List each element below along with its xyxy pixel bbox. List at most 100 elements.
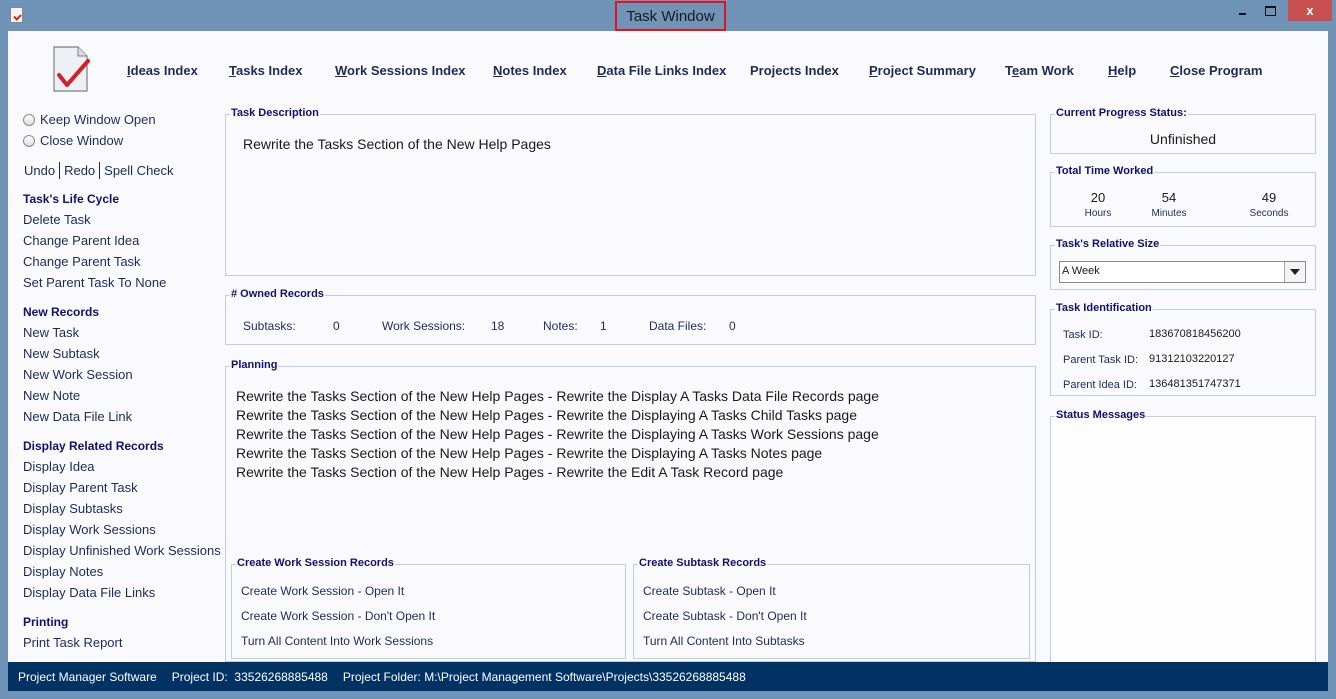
seconds-label: Seconds [1249,208,1289,219]
relative-size-select[interactable]: A Week [1059,261,1306,283]
sidebar-item-new-task[interactable]: New Task [23,322,223,343]
owned-records-panel: # Owned Records Subtasks: 0 Work Session… [225,288,1036,345]
nav-notes-index[interactable]: Notes Index [493,63,567,78]
nav-projects-index[interactable]: Projects Index [750,63,839,78]
nav-close-program[interactable]: Close Program [1170,63,1262,78]
task-identification-panel: Task Identification Task ID: 18367081845… [1050,302,1316,396]
chevron-down-icon[interactable] [1284,262,1305,282]
sidebar: Keep Window Open Close Window Undo Redo … [23,109,223,653]
progress-status-label: Current Progress Status: [1055,107,1188,119]
maximize-button[interactable] [1256,0,1284,21]
sidebar-item-new-subtask[interactable]: New Subtask [23,343,223,364]
subtasks-count: 0 [333,319,340,333]
task-identification-label: Task Identification [1055,302,1153,314]
task-check-icon [53,46,90,92]
undo-link[interactable]: Undo [23,163,59,178]
nav-label: elp [1117,63,1137,78]
radio-button[interactable] [23,113,35,126]
time-worked-label: Total Time Worked [1055,165,1155,177]
create-subtask-dont-open-link[interactable]: Create Subtask - Don't Open It [643,609,807,623]
close-button[interactable]: x [1288,0,1332,21]
nav-label: am Work [1019,63,1074,78]
hours-column: 20 Hours [1068,190,1128,219]
create-work-session-dont-open-link[interactable]: Create Work Session - Don't Open It [241,609,435,623]
task-description-text[interactable]: Rewrite the Tasks Section of the New Hel… [243,136,551,152]
minimize-button[interactable] [1228,0,1256,21]
parent-task-id-label: Parent Task ID: [1063,354,1138,366]
turn-content-into-subtasks-link[interactable]: Turn All Content Into Subtasks [643,634,805,648]
radio-close-window[interactable]: Close Window [23,130,223,151]
nav-label: ork Sessions Index [347,63,466,78]
notes-label: Notes: [543,319,578,333]
title-bar[interactable]: Task Window x [0,0,1336,31]
nav-ideas-index[interactable]: Ideas Index [127,63,198,78]
redo-link[interactable]: Redo [60,163,99,178]
progress-status-value: Unfinished [1149,131,1217,147]
radio-keep-window-open[interactable]: Keep Window Open [23,109,223,130]
nav-work-sessions-index[interactable]: Work Sessions Index [335,63,466,78]
hours-label: Hours [1084,208,1112,219]
turn-content-into-work-sessions-link[interactable]: Turn All Content Into Work Sessions [241,634,433,648]
nav-project-summary[interactable]: Project Summary [869,63,976,78]
sidebar-item-new-note[interactable]: New Note [23,385,223,406]
task-description-panel: Task Description Rewrite the Tasks Secti… [225,107,1036,276]
sidebar-item-display-parent-task[interactable]: Display Parent Task [23,477,223,498]
minutes-value: 54 [1161,190,1177,205]
sidebar-item-new-data-file-link[interactable]: New Data File Link [23,406,223,427]
sidebar-item-display-work-sessions[interactable]: Display Work Sessions [23,519,223,540]
create-subtask-label: Create Subtask Records [638,557,768,569]
sidebar-item-set-parent-task-to-none[interactable]: Set Parent Task To None [23,272,223,293]
status-messages-label: Status Messages [1055,409,1147,421]
sidebar-item-change-parent-idea[interactable]: Change Parent Idea [23,230,223,251]
nav-label: T [1005,63,1012,78]
task-id-label: Task ID: [1063,329,1103,341]
create-work-session-open-link[interactable]: Create Work Session - Open It [241,584,404,598]
create-subtask-open-link[interactable]: Create Subtask - Open It [643,584,776,598]
radio-button[interactable] [23,134,35,147]
sidebar-section-heading: Task's Life Cycle [23,192,120,206]
relative-size-panel: Task's Relative Size A Week [1050,238,1316,290]
app-icon[interactable] [10,7,23,23]
planning-line: Rewrite the Tasks Section of the New Hel… [236,407,857,423]
nav-tasks-index[interactable]: Tasks Index [229,63,302,78]
nav-team-work[interactable]: Team Work [1005,63,1074,78]
status-bar: Project Manager Software Project ID: 335… [8,662,1328,691]
planning-line: Rewrite the Tasks Section of the New Hel… [236,388,880,404]
sidebar-item-delete-task[interactable]: Delete Task [23,209,223,230]
nav-label: ata File Links Index [606,63,727,78]
parent-idea-id-label: Parent Idea ID: [1063,379,1137,391]
minutes-label: Minutes [1151,208,1187,219]
time-worked-panel: Total Time Worked 20 Hours 54 Minutes 49 Se… [1050,165,1316,227]
window-title: Task Window [615,1,726,31]
create-subtask-panel: Create Subtask Records Create Subtask - … [633,557,1030,659]
nav-help[interactable]: Help [1108,63,1136,78]
nav-label: deas Index [130,63,198,78]
data-files-label: Data Files: [649,319,707,333]
nav-label: lose Program [1179,63,1263,78]
planning-text[interactable]: Rewrite the Tasks Section of the New Hel… [236,387,879,482]
subtasks-label: Subtasks: [243,319,296,333]
sidebar-item-display-notes[interactable]: Display Notes [23,561,223,582]
sidebar-item-new-work-session[interactable]: New Work Session [23,364,223,385]
project-folder: Project Folder: M:\Project Management So… [342,669,746,684]
create-work-session-label: Create Work Session Records [236,557,395,569]
sidebar-item-display-subtasks[interactable]: Display Subtasks [23,498,223,519]
work-sessions-count: 18 [491,319,505,333]
sidebar-item-display-unfinished-work-sessions[interactable]: Display Unfinished Work Sessions [23,540,223,561]
project-id: Project ID: 33526268885488 [171,669,328,684]
window-client: Ideas Index Tasks Index Work Sessions In… [8,31,1328,663]
sidebar-item-print-task-report[interactable]: Print Task Report [23,632,223,653]
task-description-label: Task Description [230,107,320,119]
sidebar-item-change-parent-task[interactable]: Change Parent Task [23,251,223,272]
sidebar-item-display-idea[interactable]: Display Idea [23,456,223,477]
sidebar-item-display-data-file-links[interactable]: Display Data File Links [23,582,223,603]
sidebar-sections: Task's Life Cycle Delete Task Change Paren… [23,189,223,653]
owned-records-label: # Owned Records [230,288,325,300]
spell-check-link[interactable]: Spell Check [100,163,177,178]
nav-label: otes Index [502,63,567,78]
task-id-value: 183670818456200 [1149,328,1241,340]
nav-data-file-links-index[interactable]: Data File Links Index [597,63,726,78]
planning-line: Rewrite the Tasks Section of the New Hel… [236,445,823,461]
hours-value: 20 [1090,190,1106,205]
planning-line: Rewrite the Tasks Section of the New Hel… [236,464,784,480]
